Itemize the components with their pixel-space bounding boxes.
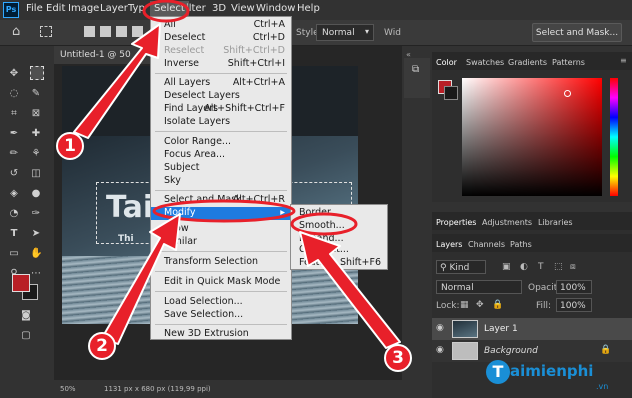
callout-badge-1: 1 bbox=[56, 132, 84, 160]
watermark-logo: T bbox=[486, 360, 510, 384]
callout-arrow-2 bbox=[101, 213, 181, 345]
callout-badge-2: 2 bbox=[88, 332, 116, 360]
smooth-highlight-ring bbox=[290, 212, 358, 236]
callout-arrow-3 bbox=[299, 231, 401, 349]
watermark-sub: .vn bbox=[596, 382, 609, 391]
callout-arrow-1 bbox=[73, 23, 161, 139]
callout-badge-3: 3 bbox=[384, 344, 412, 372]
watermark-brand: aimienphi bbox=[510, 362, 594, 380]
select-menu-highlight-ring bbox=[142, 0, 190, 23]
